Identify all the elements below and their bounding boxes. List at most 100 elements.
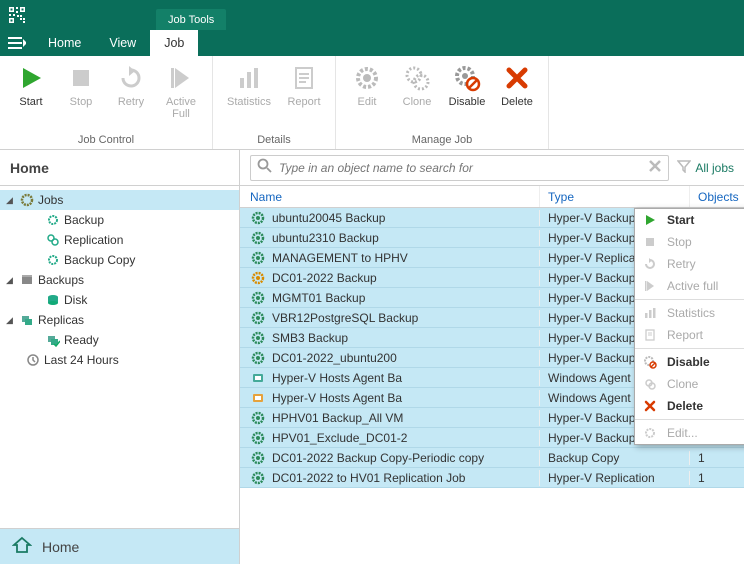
- grid-header: Name Type Objects: [240, 186, 744, 208]
- active-full-button[interactable]: Active Full: [158, 60, 204, 120]
- retry-icon: [641, 256, 659, 272]
- delete-icon: [501, 62, 533, 94]
- job-icon: [250, 330, 266, 346]
- gear-icon: [641, 425, 659, 441]
- menu-view[interactable]: View: [95, 30, 150, 56]
- job-type: Backup Copy: [540, 451, 690, 465]
- titlebar: Job Tools: [0, 0, 744, 30]
- job-icon: [250, 250, 266, 266]
- tools-tab[interactable]: Job Tools: [156, 9, 226, 30]
- ctx-disable[interactable]: Disable: [635, 351, 744, 373]
- funnel-icon: [677, 159, 691, 176]
- active-full-icon: [165, 62, 197, 94]
- ctx-separator: [635, 299, 744, 300]
- job-objects: 1: [690, 471, 744, 485]
- nav-home-button[interactable]: Home: [0, 528, 239, 564]
- statistics-button[interactable]: Statistics: [221, 60, 277, 108]
- tree-node-ready[interactable]: Ready: [0, 330, 239, 350]
- filter-all-jobs[interactable]: All jobs: [677, 159, 734, 176]
- ctx-report[interactable]: Report: [635, 324, 744, 346]
- ctx-active-full[interactable]: Active full: [635, 275, 744, 297]
- tree-node-backup[interactable]: Backup: [0, 210, 239, 230]
- job-icon: [250, 290, 266, 306]
- ctx-statistics[interactable]: Statistics: [635, 302, 744, 324]
- play-icon: [15, 62, 47, 94]
- table-row[interactable]: DC01-2022 to HV01 Replication JobHyper-V…: [240, 468, 744, 488]
- ctx-start[interactable]: Start: [635, 209, 744, 231]
- app-menu-button[interactable]: [0, 30, 34, 56]
- search-icon: [257, 158, 273, 177]
- retry-button[interactable]: Retry: [108, 60, 154, 108]
- job-icon: [250, 450, 266, 466]
- group-label-details: Details: [257, 132, 291, 149]
- menu-home[interactable]: Home: [34, 30, 95, 56]
- ctx-separator: [635, 348, 744, 349]
- gear-disable-icon: [641, 354, 659, 370]
- ctx-delete[interactable]: Delete: [635, 395, 744, 417]
- backup-copy-icon: [44, 253, 62, 267]
- table-row[interactable]: DC01-2022 Backup Copy-Periodic copyBacku…: [240, 448, 744, 468]
- header-name[interactable]: Name: [240, 186, 540, 207]
- ready-icon: [44, 333, 62, 347]
- header-type[interactable]: Type: [540, 186, 690, 207]
- header-objects[interactable]: Objects: [690, 186, 744, 207]
- search-input[interactable]: [279, 161, 642, 175]
- job-name: ubuntu2310 Backup: [272, 231, 379, 245]
- job-objects: 1: [690, 451, 744, 465]
- job-icon: [250, 390, 266, 406]
- nav-tree: ◢ Jobs Backup Replication Backup Copy ◢B…: [0, 186, 239, 528]
- job-icon: [250, 470, 266, 486]
- job-icon: [250, 210, 266, 226]
- ctx-clone[interactable]: Clone: [635, 373, 744, 395]
- ctx-separator: [635, 419, 744, 420]
- clone-button[interactable]: Clone: [394, 60, 440, 108]
- collapse-icon: ◢: [6, 195, 18, 206]
- clock-icon: [24, 353, 42, 367]
- job-name: MGMT01 Backup: [272, 291, 365, 305]
- disk-icon: [44, 293, 62, 307]
- jobs-grid: Name Type Objects ubuntu20045 BackupHype…: [240, 186, 744, 564]
- stop-button[interactable]: Stop: [58, 60, 104, 108]
- ribbon-group-details: Statistics Report Details: [213, 56, 336, 149]
- main: All jobs Name Type Objects ubuntu20045 B…: [240, 150, 744, 564]
- job-name: MANAGEMENT to HPHV: [272, 251, 408, 265]
- job-icon: [250, 370, 266, 386]
- edit-button[interactable]: Edit: [344, 60, 390, 108]
- search-input-wrapper[interactable]: [250, 155, 669, 181]
- stop-icon: [65, 62, 97, 94]
- job-name: HPHV01 Backup_All VM: [272, 411, 403, 425]
- backups-icon: [18, 273, 36, 287]
- report-button[interactable]: Report: [281, 60, 327, 108]
- job-type: Hyper-V Replication: [540, 471, 690, 485]
- replicas-icon: [18, 313, 36, 327]
- tree-node-last24[interactable]: Last 24 Hours: [0, 350, 239, 370]
- ribbon-group-job-control: Start Stop Retry Active Full Job Control: [0, 56, 213, 149]
- statistics-icon: [233, 62, 265, 94]
- tree-node-backups[interactable]: ◢Backups: [0, 270, 239, 290]
- ctx-retry[interactable]: Retry: [635, 253, 744, 275]
- jobs-icon: [18, 193, 36, 207]
- collapse-icon: ◢: [6, 315, 18, 326]
- delete-button[interactable]: Delete: [494, 60, 540, 108]
- tree-node-jobs[interactable]: ◢ Jobs: [0, 190, 239, 210]
- disable-button[interactable]: Disable: [444, 60, 490, 108]
- job-name: DC01-2022 Backup: [272, 271, 377, 285]
- replication-icon: [44, 233, 62, 247]
- menu-job[interactable]: Job: [150, 30, 198, 56]
- ribbon-group-manage-job: Edit Clone Disable Delete Manage Job: [336, 56, 549, 149]
- tree-node-disk[interactable]: Disk: [0, 290, 239, 310]
- job-icon: [250, 350, 266, 366]
- tree-node-replication[interactable]: Replication: [0, 230, 239, 250]
- active-full-icon: [641, 278, 659, 294]
- gear-disable-icon: [451, 62, 483, 94]
- tree-node-replicas[interactable]: ◢Replicas: [0, 310, 239, 330]
- tree-node-backup-copy[interactable]: Backup Copy: [0, 250, 239, 270]
- content: Home ◢ Jobs Backup Replication Backup Co…: [0, 150, 744, 564]
- ctx-stop[interactable]: Stop: [635, 231, 744, 253]
- clear-icon[interactable]: [648, 159, 662, 176]
- ctx-edit[interactable]: Edit...: [635, 422, 744, 444]
- play-icon: [641, 212, 659, 228]
- retry-icon: [115, 62, 147, 94]
- sidebar-title: Home: [0, 150, 239, 186]
- start-button[interactable]: Start: [8, 60, 54, 108]
